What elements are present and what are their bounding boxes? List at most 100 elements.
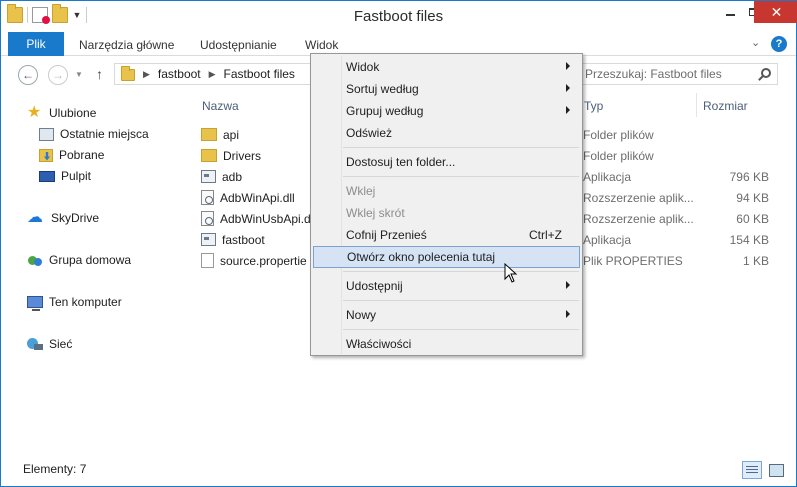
menu-divider xyxy=(343,271,579,272)
star-icon: ★ xyxy=(27,104,42,121)
sidebar-item-label: Pobrane xyxy=(59,148,105,162)
sidebar-item-label: Ulubione xyxy=(49,106,97,120)
submenu-arrow-icon xyxy=(566,281,570,289)
menu-item-view[interactable]: Widok xyxy=(313,56,580,78)
file-row-adb[interactable]: adb xyxy=(201,166,242,187)
back-button[interactable]: ← xyxy=(18,65,38,85)
breadcrumb-fastboot[interactable]: fastboot xyxy=(158,67,201,81)
homegroup-icon xyxy=(27,253,43,267)
sidebar-item-homegroup[interactable]: Grupa domowa xyxy=(27,251,131,269)
details-view-icon[interactable] xyxy=(742,461,762,479)
submenu-arrow-icon xyxy=(566,62,570,70)
file-name: AdbWinApi.dll xyxy=(220,190,295,205)
menu-divider xyxy=(343,329,579,330)
file-size: 796 KB xyxy=(729,170,769,184)
explorer-window: ▼ Fastboot files ✕ Plik Narzędzia główne… xyxy=(0,0,797,487)
tab-home[interactable]: Narzędzia główne xyxy=(79,38,174,52)
exe-icon xyxy=(201,233,216,246)
recent-places-icon xyxy=(39,127,54,141)
sidebar-item-network[interactable]: Sieć xyxy=(27,335,72,353)
file-row-adbwinapi[interactable]: AdbWinApi.dll xyxy=(201,187,295,208)
tab-view[interactable]: Widok xyxy=(305,38,338,52)
menu-item-label: Odśwież xyxy=(346,126,393,140)
menu-item-new[interactable]: Nowy xyxy=(313,304,580,326)
computer-icon xyxy=(27,296,43,311)
search-placeholder: Przeszukaj: Fastboot files xyxy=(585,67,722,81)
file-name: adb xyxy=(222,169,243,184)
menu-item-refresh[interactable]: Odśwież xyxy=(313,122,580,144)
column-header-name[interactable]: Nazwa xyxy=(202,99,239,113)
file-row-api[interactable]: api xyxy=(201,124,239,145)
menu-item-label: Wklej xyxy=(346,184,376,198)
exe-icon xyxy=(201,170,216,183)
search-input[interactable]: Przeszukaj: Fastboot files xyxy=(580,63,778,85)
item-count: Elementy: 7 xyxy=(23,462,87,476)
sidebar-item-downloads[interactable]: Pobrane xyxy=(39,146,104,164)
sidebar-item-skydrive[interactable]: ☁ SkyDrive xyxy=(27,209,99,227)
menu-divider xyxy=(343,300,579,301)
menu-item-sort-by[interactable]: Sortuj według xyxy=(313,78,580,100)
file-size: 94 KB xyxy=(736,191,769,205)
menu-item-label: Cofnij Przenieś xyxy=(346,228,427,242)
menu-item-label: Wklej skrót xyxy=(346,206,405,220)
file-row-source-properties[interactable]: source.propertie xyxy=(201,250,307,271)
dll-icon xyxy=(201,211,214,226)
tab-share[interactable]: Udostępnianie xyxy=(200,38,277,52)
menu-divider xyxy=(343,147,579,148)
file-type: Rozszerzenie aplik... xyxy=(583,212,694,226)
menu-item-paste-shortcut[interactable]: Wklej skrót xyxy=(313,202,580,224)
document-icon xyxy=(201,253,214,268)
menu-item-properties[interactable]: Właściwości xyxy=(313,333,580,355)
up-button[interactable]: ↑ xyxy=(96,66,103,82)
menu-item-label: Właściwości xyxy=(346,337,412,351)
expand-ribbon-chevron-icon[interactable]: ⌄ xyxy=(751,36,760,49)
menu-item-label: Otwórz okno polecenia tutaj xyxy=(347,250,496,264)
breadcrumb-separator-icon[interactable]: ▶ xyxy=(209,69,216,80)
menu-item-group-by[interactable]: Grupuj według xyxy=(313,100,580,122)
menu-item-label: Nowy xyxy=(346,308,377,322)
sidebar-item-label: Pulpit xyxy=(61,169,92,183)
minimize-icon xyxy=(725,14,735,16)
close-button[interactable]: ✕ xyxy=(754,1,797,23)
submenu-arrow-icon xyxy=(566,106,570,114)
breadcrumb-separator-icon[interactable]: ▶ xyxy=(143,69,150,80)
network-icon xyxy=(27,337,43,351)
column-header-type[interactable]: Typ xyxy=(584,99,603,113)
context-menu: Widok Sortuj według Grupuj według Odświe… xyxy=(310,53,583,356)
menu-item-share-with[interactable]: Udostępnij xyxy=(313,275,580,297)
column-divider[interactable] xyxy=(696,93,697,117)
file-row-fastboot[interactable]: fastboot xyxy=(201,229,265,250)
sidebar-item-label: SkyDrive xyxy=(51,211,100,225)
file-type: Rozszerzenie aplik... xyxy=(583,191,694,205)
large-icons-view-icon[interactable] xyxy=(767,461,785,479)
help-icon[interactable]: ? xyxy=(771,36,787,52)
sidebar-item-favorites[interactable]: ★ Ulubione xyxy=(27,104,96,122)
file-type: Folder plików xyxy=(583,128,654,142)
submenu-arrow-icon xyxy=(566,310,570,318)
file-row-adbwinusbapi[interactable]: AdbWinUsbApi.d xyxy=(201,208,311,229)
file-row-drivers[interactable]: Drivers xyxy=(201,145,261,166)
file-name: api xyxy=(223,127,240,142)
menu-item-open-command-window[interactable]: Otwórz okno polecenia tutaj xyxy=(313,246,580,268)
menu-item-undo-move[interactable]: Cofnij Przenieś Ctrl+Z xyxy=(313,224,580,246)
file-name: AdbWinUsbApi.d xyxy=(220,211,311,226)
file-type: Aplikacja xyxy=(583,170,632,184)
column-header-size[interactable]: Rozmiar xyxy=(703,99,748,113)
file-size: 154 KB xyxy=(729,233,769,247)
breadcrumb-fastboot-files[interactable]: Fastboot files xyxy=(224,67,295,81)
forward-button[interactable]: → xyxy=(48,65,68,85)
tab-file[interactable]: Plik xyxy=(8,32,64,56)
menu-item-customize-folder[interactable]: Dostosuj ten folder... xyxy=(313,151,580,173)
address-bar[interactable]: ▶ fastboot ▶ Fastboot files xyxy=(114,63,314,85)
sidebar-item-desktop[interactable]: Pulpit xyxy=(39,167,91,185)
cloud-icon: ☁ xyxy=(27,209,43,226)
back-arrow-icon: ← xyxy=(22,68,34,82)
sidebar-item-this-pc[interactable]: Ten komputer xyxy=(27,293,122,311)
submenu-arrow-icon xyxy=(566,84,570,92)
sidebar-item-recent-places[interactable]: Ostatnie miejsca xyxy=(39,125,149,143)
search-icon[interactable] xyxy=(761,68,771,78)
file-type: Aplikacja xyxy=(583,233,632,247)
folder-icon xyxy=(201,149,217,162)
recent-locations-chevron-icon[interactable]: ▼ xyxy=(75,70,83,79)
menu-item-paste[interactable]: Wklej xyxy=(313,180,580,202)
